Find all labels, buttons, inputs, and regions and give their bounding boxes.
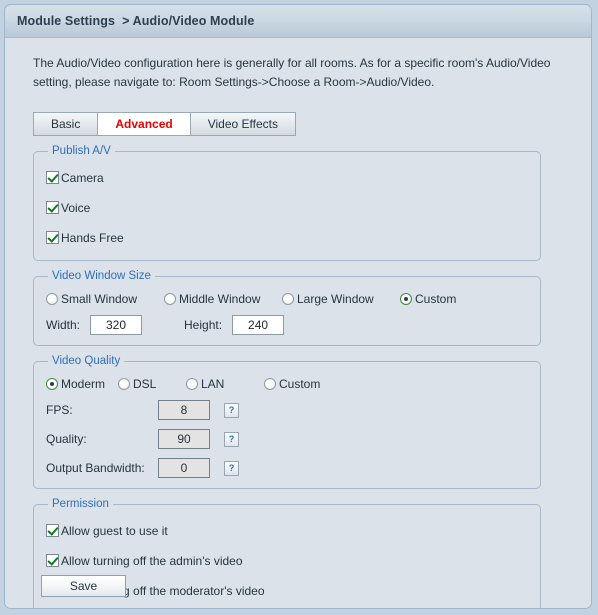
permission-item-label: Allow turning off the admin's video	[61, 553, 243, 568]
permission-item-row[interactable]: Allow turning off the admin's video	[46, 551, 530, 570]
breadcrumb: Module Settings > Audio/Video Module	[17, 14, 255, 28]
video-window-size-group: Video Window Size Small Window Middle Win…	[33, 270, 541, 346]
publish-av-legend: Publish A/V	[52, 145, 111, 157]
video-quality-field-input[interactable]	[158, 429, 210, 449]
window-size-option-label: Custom	[415, 292, 457, 306]
video-quality-option-label: Moderm	[61, 377, 106, 391]
permission-item-label: Allow guest to use it	[61, 523, 168, 538]
publish-av-group: Publish A/V Camera Voice Hands Free	[33, 145, 541, 261]
video-quality-option-dsl[interactable]: DSL	[118, 377, 186, 391]
publish-av-item-label: Voice	[61, 200, 91, 215]
video-quality-field-input[interactable]	[158, 400, 210, 420]
video-quality-field-label: Quality:	[46, 432, 87, 446]
video-window-size-radios: Small Window Middle Window Large Window Cus…	[46, 292, 530, 306]
content-area: The Audio/Video configuration here is ge…	[5, 54, 591, 608]
publish-av-item-row[interactable]: Hands Free	[46, 228, 530, 247]
video-quality-radios: Moderm DSL LAN Custom	[46, 377, 530, 391]
permission-legend: Permission	[52, 498, 109, 510]
video-quality-legend: Video Quality	[52, 355, 121, 367]
video-quality-option-label: LAN	[201, 377, 225, 391]
checkbox-icon[interactable]	[46, 524, 59, 537]
video-quality-field-input[interactable]	[158, 458, 210, 478]
checkbox-icon[interactable]	[46, 231, 59, 244]
window-size-option-small-window[interactable]: Small Window	[46, 292, 164, 306]
video-quality-option-moderm[interactable]: Moderm	[46, 377, 118, 391]
window-size-option-middle-window[interactable]: Middle Window	[164, 292, 282, 306]
publish-av-item-row[interactable]: Voice	[46, 198, 530, 217]
radio-icon[interactable]	[400, 293, 412, 305]
video-window-dimensions: Width: Height:	[46, 315, 530, 335]
video-window-size-legend: Video Window Size	[52, 270, 151, 282]
tab-basic[interactable]: Basic	[33, 112, 99, 136]
help-icon[interactable]: ?	[224, 431, 239, 447]
tab-advanced[interactable]: Advanced	[97, 112, 191, 136]
radio-icon[interactable]	[264, 378, 276, 390]
radio-icon[interactable]	[282, 293, 294, 305]
permission-item-row[interactable]: Allow guest to use it	[46, 521, 530, 540]
video-quality-option-lan[interactable]: LAN	[186, 377, 264, 391]
checkbox-icon[interactable]	[46, 171, 59, 184]
window-size-option-custom[interactable]: Custom	[400, 292, 456, 306]
checkbox-icon[interactable]	[46, 554, 59, 567]
help-icon[interactable]: ?	[224, 402, 239, 418]
publish-av-item-row[interactable]: Camera	[46, 168, 530, 187]
publish-av-item-label: Hands Free	[61, 230, 124, 245]
radio-icon[interactable]	[46, 293, 58, 305]
width-label: Width:	[46, 318, 81, 332]
window-size-option-label: Small Window	[61, 292, 138, 306]
video-quality-field-row: Output Bandwidth:?	[46, 458, 530, 478]
tab-strip: Basic Advanced Video Effects	[33, 112, 577, 136]
intro-description: The Audio/Video configuration here is ge…	[33, 56, 551, 89]
radio-icon[interactable]	[164, 293, 176, 305]
video-quality-option-custom[interactable]: Custom	[264, 377, 320, 391]
window-size-option-label: Large Window	[297, 292, 374, 306]
video-quality-field-label: Output Bandwidth:	[46, 461, 145, 475]
video-quality-field-label: FPS:	[46, 403, 73, 417]
video-quality-fields: FPS:?Quality:?Output Bandwidth:?	[44, 400, 530, 478]
video-quality-field-row: FPS:?	[46, 400, 530, 420]
video-quality-field-row: Quality:?	[46, 429, 530, 449]
tab-video-effects[interactable]: Video Effects	[189, 112, 296, 136]
window-size-option-large-window[interactable]: Large Window	[282, 292, 400, 306]
window-size-option-label: Middle Window	[179, 292, 261, 306]
publish-av-item-label: Camera	[61, 170, 104, 185]
radio-icon[interactable]	[118, 378, 130, 390]
help-icon[interactable]: ?	[224, 460, 239, 476]
settings-panel: Module Settings > Audio/Video Module The…	[4, 4, 592, 609]
width-input[interactable]	[90, 315, 143, 335]
height-input[interactable]	[232, 315, 285, 335]
save-button[interactable]: Save	[41, 575, 126, 597]
height-label: Height:	[184, 318, 223, 332]
video-quality-group: Video Quality ModermDSLLANCustom FPS:?Qu…	[33, 355, 541, 489]
radio-icon[interactable]	[186, 378, 198, 390]
video-quality-option-label: DSL	[133, 377, 157, 391]
page-header: Module Settings > Audio/Video Module	[5, 5, 591, 38]
video-quality-option-label: Custom	[279, 377, 321, 391]
checkbox-icon[interactable]	[46, 201, 59, 214]
publish-av-list: Camera Voice Hands Free	[44, 168, 530, 247]
radio-icon[interactable]	[46, 378, 58, 390]
